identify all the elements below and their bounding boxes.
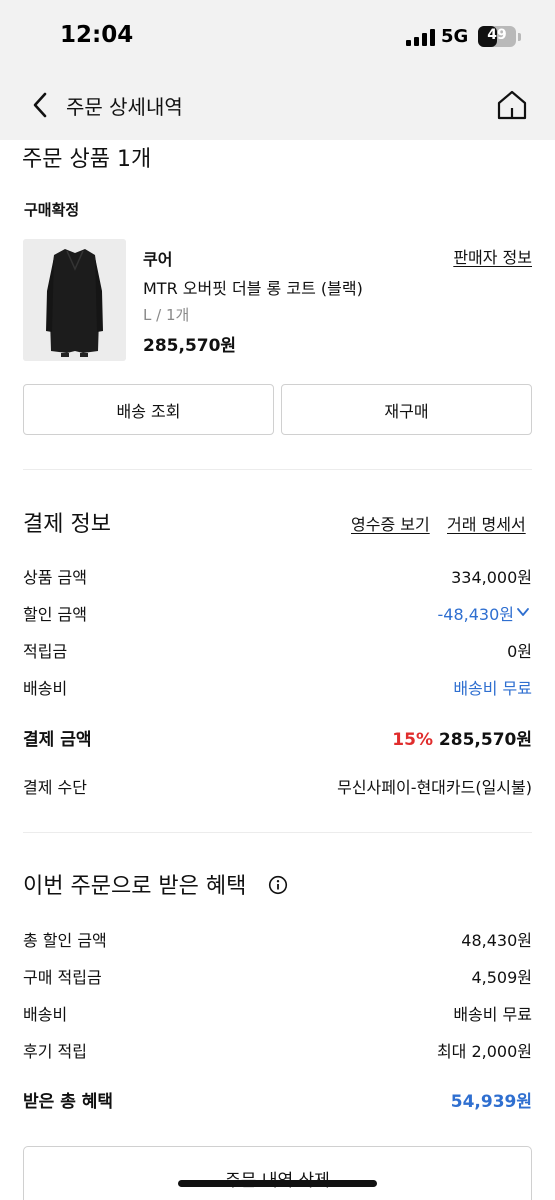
payment-method-value: 무신사페이-현대카드(일시불): [337, 778, 532, 797]
battery-percent: 49: [487, 27, 507, 43]
purchase-points-label: 구매 적립금: [23, 968, 102, 987]
chevron-left-icon[interactable]: [28, 90, 54, 120]
shipping-label: 배송비: [23, 679, 68, 698]
receipt-link[interactable]: 영수증 보기: [351, 511, 430, 535]
order-section-title: 주문 상품 1개: [22, 147, 152, 172]
points-value: 0원: [507, 642, 532, 661]
page-title: 주문 상세내역: [66, 95, 183, 119]
review-points-label: 후기 적립: [23, 1042, 87, 1061]
statement-link[interactable]: 거래 명세서: [447, 511, 526, 535]
rebuy-button[interactable]: 재구매: [281, 384, 532, 435]
benefit-shipping-label: 배송비: [23, 1005, 68, 1024]
product-image[interactable]: [23, 239, 126, 361]
total-discount-value: 48,430원: [461, 931, 532, 950]
home-icon[interactable]: [495, 88, 529, 122]
product-name[interactable]: MTR 오버핏 더블 롱 코트 (블랙): [143, 275, 363, 299]
delete-order-button[interactable]: 주문 내역 삭제: [23, 1146, 532, 1200]
divider: [23, 469, 532, 470]
total-benefit-label: 받은 총 혜택: [23, 1092, 114, 1112]
info-icon[interactable]: [268, 875, 288, 895]
discount-amount-label: 할인 금액: [23, 605, 87, 624]
battery-tip: [518, 33, 521, 41]
signal-icon: [406, 28, 436, 46]
status-bar: 12:04 5G 49: [0, 0, 555, 70]
total-discount-label: 총 할인 금액: [23, 931, 107, 950]
home-indicator: [178, 1180, 377, 1187]
total-payment-value: 15% 285,570원: [392, 725, 532, 750]
product-option: L / 1개: [143, 306, 190, 324]
product-amount-value: 334,000원: [451, 568, 532, 587]
payment-title: 결제 정보: [23, 512, 111, 537]
review-points-value: 최대 2,000원: [436, 1042, 532, 1061]
delete-order-label: 주문 내역 삭제: [24, 1166, 531, 1191]
benefit-shipping-value: 배송비 무료: [453, 1005, 532, 1024]
points-label: 적립금: [23, 642, 68, 661]
nav-bar: 주문 상세내역: [0, 70, 555, 140]
divider: [23, 832, 532, 833]
chevron-down-icon[interactable]: [516, 605, 530, 619]
product-amount-label: 상품 금액: [23, 568, 87, 587]
coat-image: [23, 239, 126, 361]
network-label: 5G: [441, 26, 469, 47]
status-time: 12:04: [60, 22, 134, 48]
payment-method-label: 결제 수단: [23, 778, 87, 797]
order-status: 구매확정: [24, 201, 80, 219]
tracking-button[interactable]: 배송 조회: [23, 384, 274, 435]
purchase-points-value: 4,509원: [471, 968, 532, 987]
discount-rate: 15%: [392, 730, 433, 750]
discount-amount-value[interactable]: -48,430원: [438, 601, 514, 625]
total-benefit-value: 54,939원: [450, 1092, 532, 1112]
seller-info-link[interactable]: 판매자 정보: [453, 244, 532, 268]
total-payment-label: 결제 금액: [23, 730, 92, 750]
benefits-title: 이번 주문으로 받은 혜택: [23, 874, 247, 899]
product-price: 285,570원: [143, 336, 237, 356]
product-brand[interactable]: 쿠어: [143, 246, 172, 270]
battery-icon: 49: [478, 26, 516, 47]
shipping-value: 배송비 무료: [453, 679, 532, 698]
total-amount: 285,570원: [438, 730, 532, 750]
